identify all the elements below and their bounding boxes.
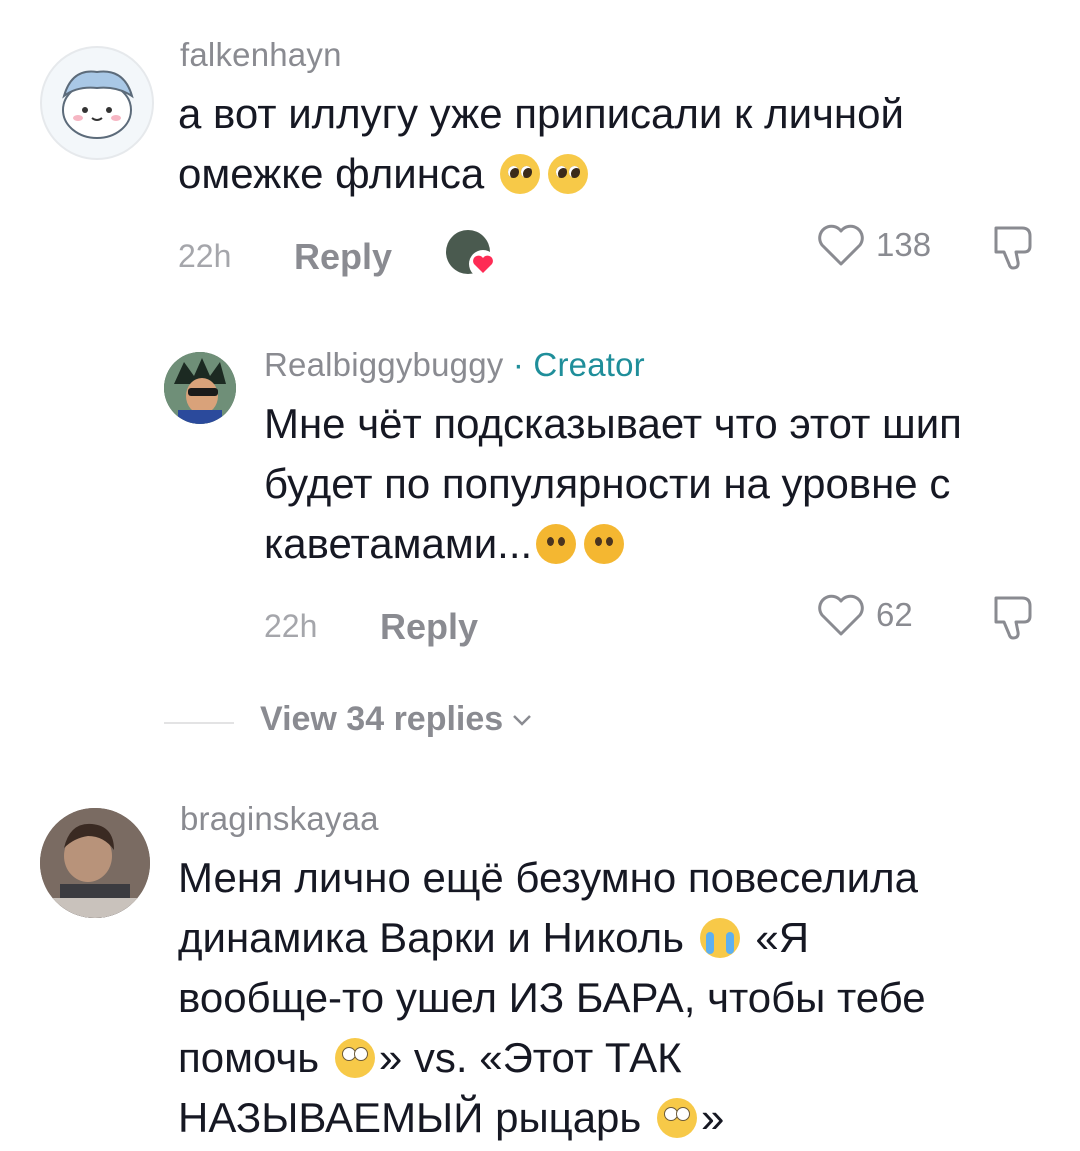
comment-text: Мне чёт подсказывает что этот шип будет …	[264, 394, 1054, 574]
chevron-down-icon	[513, 714, 532, 726]
like-button[interactable]: 138	[816, 222, 931, 268]
loudly-crying-face-icon	[699, 918, 740, 958]
comment-time: 22h	[178, 238, 232, 274]
dislike-button[interactable]	[988, 222, 1040, 279]
comment-text-line: НАЗЫВАЕМЫЙ рыцарь	[178, 1094, 642, 1141]
comment-text: а вот иллугу уже приписали к личной омеж…	[178, 84, 1038, 204]
heart-outline-icon	[818, 594, 864, 636]
avatar-character-icon	[164, 352, 236, 424]
dislike-button[interactable]	[988, 592, 1040, 649]
view-replies-button[interactable]: View 34 replies	[260, 700, 533, 739]
reply-button[interactable]: Reply	[380, 606, 478, 648]
heart-badge-icon	[469, 250, 497, 278]
thinking-face-icon	[536, 524, 577, 564]
face-with-rolling-eyes-icon	[656, 1098, 697, 1138]
pleading-face-icon	[499, 154, 540, 194]
like-button[interactable]: 62	[816, 592, 913, 638]
thumbs-down-icon	[994, 596, 1032, 640]
like-count: 62	[876, 596, 913, 633]
comment-username[interactable]: falkenhayn	[180, 36, 342, 74]
comment-username[interactable]: braginskayaa	[180, 800, 379, 838]
comment-text-line: «Я	[755, 914, 810, 961]
comment-text-line: Меня лично ещё безумно повеселила	[178, 854, 918, 901]
view-replies-divider	[164, 722, 234, 724]
comment-text: Меня лично ещё безумно повеселила динами…	[178, 848, 1058, 1148]
avatar-cat-icon	[62, 70, 134, 139]
thinking-face-icon	[584, 524, 625, 564]
pleading-face-icon	[547, 154, 588, 194]
face-with-rolling-eyes-icon	[334, 1038, 375, 1078]
creator-badge: · Creator	[512, 346, 645, 383]
comment-text-line: »	[700, 1094, 725, 1141]
avatar-photo-icon	[40, 808, 150, 918]
comment-text-line: вообще-то ушел ИЗ БАРА, чтобы тебе	[178, 974, 926, 1021]
comment-text-line: Мне чёт подсказывает что этот шип	[264, 400, 962, 447]
username-link[interactable]: Realbiggybuggy	[264, 346, 503, 383]
heart-outline-icon	[818, 224, 864, 266]
comment-username: Realbiggybuggy · Creator	[264, 346, 645, 384]
comment-text-line: помочь	[178, 1034, 320, 1081]
comment-text-line: омежке флинса	[178, 150, 485, 197]
avatar[interactable]	[40, 46, 154, 160]
like-count: 138	[876, 226, 932, 263]
avatar[interactable]	[164, 352, 236, 424]
view-replies-label: View 34 replies	[260, 700, 504, 738]
comment-text-line: » vs. «Этот ТАК	[378, 1034, 682, 1081]
reply-button[interactable]: Reply	[294, 236, 392, 278]
comment-text-line: каветамами...	[264, 520, 533, 567]
comment-text-line: динамика Варки и Николь	[178, 914, 685, 961]
comment-text-line: будет по популярности на уровне с	[264, 460, 951, 507]
avatar[interactable]	[40, 808, 150, 918]
comment-time: 22h	[264, 608, 318, 644]
thumbs-down-icon	[994, 226, 1032, 270]
creator-liked-avatar	[446, 230, 498, 278]
comment-text-line: а вот иллугу уже приписали к личной	[178, 90, 904, 137]
